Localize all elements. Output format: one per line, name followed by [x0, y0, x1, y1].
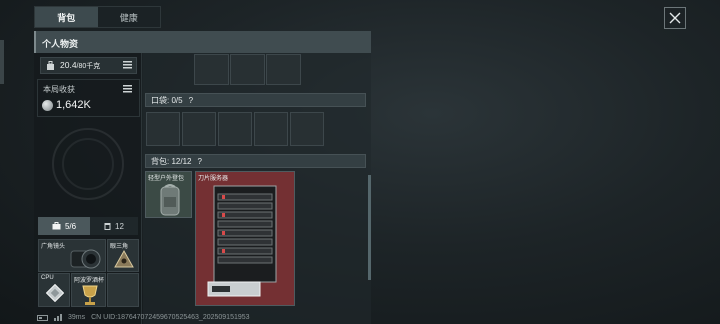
- subtab-trash[interactable]: 12: [90, 217, 138, 235]
- pocket-header: 口袋: 0/5 ?: [145, 93, 366, 107]
- inventory-tabbar: 背包 健康: [34, 6, 161, 28]
- ping-text: 39ms: [68, 314, 86, 321]
- subtab-gear-label: 5/6: [64, 221, 77, 231]
- status-footer: 39ms CN UID:18764707245967052546​3_20250…: [37, 314, 250, 321]
- pocket-slot[interactable]: [218, 112, 252, 146]
- slot-label: CPU: [41, 275, 54, 281]
- subtab-trash-label: 12: [115, 221, 124, 231]
- header-bar: [34, 31, 371, 53]
- inventory-scrollbar[interactable]: [368, 175, 371, 280]
- grid-cell[interactable]: [194, 54, 229, 85]
- briefcase-icon: [52, 222, 61, 230]
- slot-label: 眼三角: [110, 244, 129, 250]
- close-icon: [669, 12, 681, 24]
- item-blade-server[interactable]: 刀片服务器: [195, 171, 295, 306]
- grid-cell[interactable]: [266, 54, 301, 85]
- slot-apollo-cup[interactable]: 阿波罗酒杯: [71, 273, 106, 307]
- battery-icon: [37, 314, 48, 321]
- slot-label: 广角镜头: [41, 244, 66, 250]
- weight-current: 20.4: [60, 60, 77, 70]
- close-button[interactable]: [664, 7, 686, 29]
- blade-server-icon: [207, 185, 277, 297]
- pocket-help-icon[interactable]: ?: [189, 96, 193, 105]
- backpack-icon: [160, 184, 180, 216]
- backpack-header: 背包: 12/12 ?: [145, 154, 366, 168]
- subtab-gear[interactable]: 5/6: [38, 217, 90, 235]
- slot-label: 阿波罗酒杯: [74, 278, 105, 284]
- signal-icon: [54, 314, 62, 321]
- faction-emblem-inner: [62, 138, 114, 190]
- slot-eye-triangle[interactable]: 眼三角: [107, 239, 139, 272]
- backpack-help-icon[interactable]: ?: [197, 157, 201, 166]
- weight-max: /80千克: [76, 63, 101, 70]
- uid-text: CN UID:18764707245967052546​3_2025091519…: [91, 314, 250, 321]
- trash-icon: [104, 223, 111, 230]
- slot-empty[interactable]: [107, 273, 139, 307]
- pocket-label: 口袋: 0/5: [151, 95, 183, 105]
- page-title: 个人物资: [42, 39, 79, 49]
- grid-cell[interactable]: [230, 54, 265, 85]
- income-list-icon[interactable]: [123, 85, 132, 93]
- slot-cpu[interactable]: CPU: [38, 273, 70, 307]
- triangle-badge-icon: [114, 250, 134, 268]
- weight-list-icon[interactable]: [123, 61, 132, 69]
- edge-indicator: [0, 40, 4, 84]
- camera-lens-icon: [70, 249, 101, 269]
- weight-icon: [47, 61, 54, 70]
- income-label: 本局收获: [43, 85, 75, 94]
- coin-icon: [42, 100, 53, 111]
- backpack-label: 背包: 12/12: [151, 156, 192, 166]
- slot-wide-lens[interactable]: 广角镜头: [38, 239, 106, 272]
- gold-cup-icon: [82, 285, 98, 305]
- tab-backpack[interactable]: 背包: [35, 7, 98, 27]
- cpu-chip-icon: [46, 284, 64, 302]
- pocket-slot[interactable]: [254, 112, 288, 146]
- equipment-subtabs: 5/6 12: [38, 217, 138, 235]
- pocket-slot[interactable]: [146, 112, 180, 146]
- pocket-slot[interactable]: [290, 112, 324, 146]
- pocket-slot[interactable]: [182, 112, 216, 146]
- item-outdoor-backpack[interactable]: 轻型户外登包: [145, 171, 192, 218]
- item-label: 轻型户外登包: [148, 176, 185, 182]
- tab-health[interactable]: 健康: [98, 7, 161, 27]
- item-label: 刀片服务器: [198, 176, 229, 182]
- income-value: 1,642K: [56, 99, 91, 111]
